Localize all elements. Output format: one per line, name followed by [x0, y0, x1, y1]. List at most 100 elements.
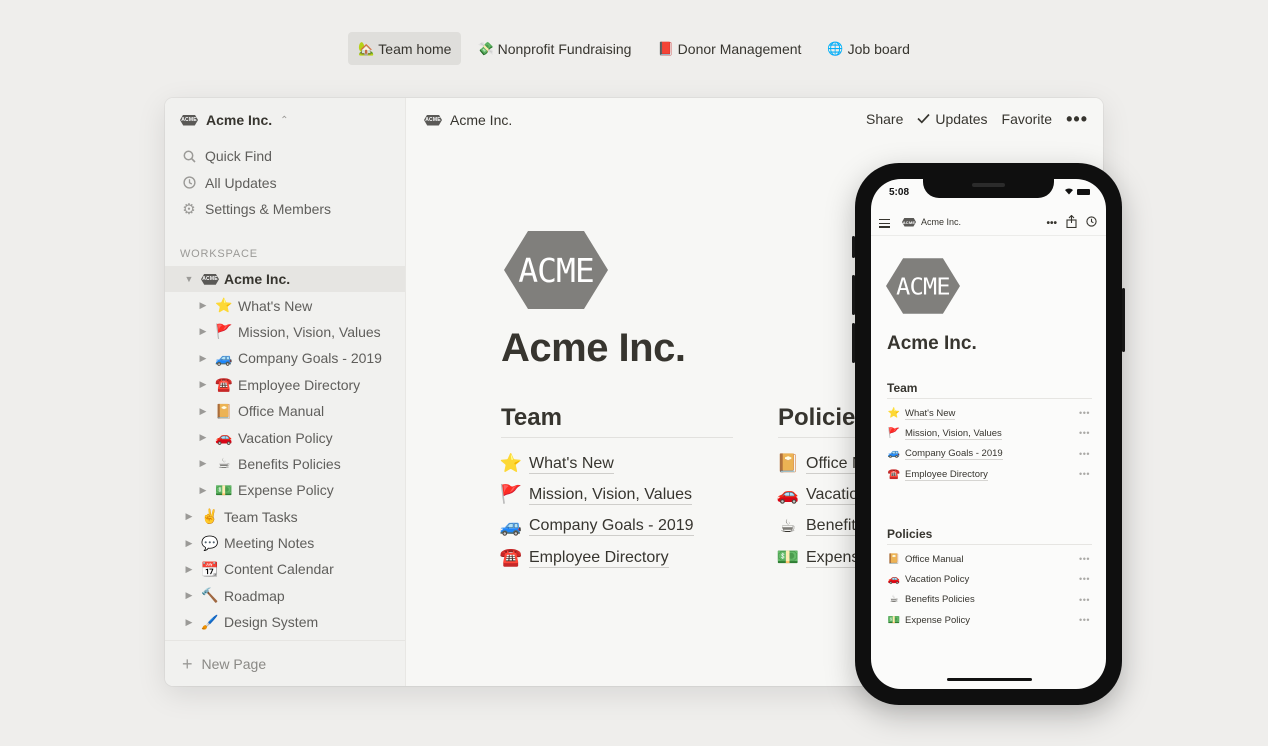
more-options-icon[interactable]: •••: [1079, 469, 1092, 479]
page-title[interactable]: Acme Inc.: [501, 326, 686, 371]
link-label: What's New: [905, 407, 956, 420]
link-employee-directory[interactable]: ☎️ Employee Directory: [500, 542, 733, 573]
coffee-icon: ☕: [217, 455, 231, 472]
new-page-button[interactable]: + New Page: [165, 640, 405, 686]
tab-label: Job board: [847, 40, 910, 57]
phone-link-company-goals[interactable]: 🚙 Company Goals - 2019 •••: [887, 444, 1092, 464]
sidebar-item-expense-policy[interactable]: ▶ 💵 Expense Policy: [165, 477, 405, 503]
wifi-icon: [1064, 187, 1074, 197]
phone-link-whats-new[interactable]: ⭐ What's New •••: [887, 403, 1092, 423]
more-options-icon[interactable]: •••: [1079, 554, 1092, 564]
more-options-icon[interactable]: •••: [1079, 449, 1092, 459]
triangle-right-icon[interactable]: ▶: [184, 590, 194, 601]
all-updates-button[interactable]: All Updates: [165, 170, 405, 197]
car-icon: 🚙: [499, 515, 523, 536]
triangle-right-icon[interactable]: ▶: [198, 458, 208, 469]
phone-link-employee-directory[interactable]: ☎️ Employee Directory •••: [887, 464, 1092, 484]
sidebar-item-mission[interactable]: ▶ 🚩 Mission, Vision, Values: [165, 319, 405, 345]
notebook-icon: 📔: [215, 402, 233, 419]
sidebar-item-acme-inc[interactable]: ▼ ACME Acme Inc.: [165, 266, 405, 293]
workspace-switcher[interactable]: ACME Acme Inc. ⌃: [180, 109, 289, 131]
more-options-icon[interactable]: •••: [1066, 110, 1088, 128]
link-mission[interactable]: 🚩 Mission, Vision, Values: [500, 479, 733, 510]
more-options-icon[interactable]: •••: [1079, 615, 1092, 625]
triangle-right-icon[interactable]: ▶: [198, 432, 208, 443]
sidebar-item-meeting-notes[interactable]: ▶ 💬 Meeting Notes: [165, 530, 405, 556]
template-tabs: 🏡 Team home 💸 Nonprofit Fundraising 📕 Do…: [0, 32, 1268, 65]
sidebar-item-employee-directory[interactable]: ▶ ☎️ Employee Directory: [165, 372, 405, 398]
quick-find-button[interactable]: Quick Find: [165, 143, 405, 170]
victory-hand-icon: ✌️: [201, 508, 219, 525]
status-icons: [1064, 187, 1090, 197]
triangle-right-icon[interactable]: ▶: [184, 538, 194, 549]
red-car-icon: 🚗: [887, 573, 901, 585]
tab-label: Team home: [378, 40, 452, 57]
coffee-icon: ☕: [779, 515, 797, 536]
updates-button[interactable]: Updates: [917, 111, 988, 127]
link-company-goals[interactable]: 🚙 Company Goals - 2019: [499, 511, 733, 542]
phone-link-expense-policy[interactable]: 💵 Expense Policy •••: [887, 610, 1092, 630]
hamburger-menu-icon[interactable]: [879, 219, 890, 230]
triangle-right-icon[interactable]: ▶: [184, 564, 194, 575]
phone-policies-section: Policies 📔 Office Manual ••• 🚗 Vacation …: [887, 523, 1092, 630]
sidebar-nav: Quick Find All Updates ⚙ Settings & Memb…: [165, 143, 405, 223]
triangle-right-icon[interactable]: ▶: [198, 406, 208, 417]
link-label: Mission, Vision, Values: [529, 485, 693, 505]
sidebar-item-team-tasks[interactable]: ▶ ✌️ Team Tasks: [165, 504, 405, 530]
sidebar-item-whats-new[interactable]: ▶ ⭐ What's New: [165, 292, 405, 318]
sidebar-item-label: Team Tasks: [224, 508, 298, 525]
phone-link-mission[interactable]: 🚩 Mission, Vision, Values •••: [887, 423, 1092, 443]
breadcrumb[interactable]: ACME Acme Inc.: [424, 112, 512, 128]
more-options-icon[interactable]: •••: [1079, 574, 1092, 584]
sidebar-item-office-manual[interactable]: ▶ 📔 Office Manual: [165, 398, 405, 424]
sidebar-item-label: Office Manual: [238, 403, 325, 420]
triangle-right-icon[interactable]: ▶: [198, 485, 208, 496]
sidebar-item-label: Content Calendar: [224, 561, 334, 578]
triangle-right-icon[interactable]: ▶: [198, 353, 208, 364]
phone-side-button: [852, 275, 855, 315]
phone-breadcrumb[interactable]: ACME Acme Inc.: [902, 217, 961, 227]
share-icon[interactable]: [1066, 214, 1077, 231]
settings-members-button[interactable]: ⚙ Settings & Members: [165, 196, 405, 223]
sidebar-item-vacation-policy[interactable]: ▶ 🚗 Vacation Policy: [165, 424, 405, 450]
tab-donor-management[interactable]: 📕 Donor Management: [647, 32, 811, 65]
link-label: Company Goals - 2019: [905, 448, 1003, 461]
favorite-button[interactable]: Favorite: [1002, 111, 1053, 127]
triangle-down-icon[interactable]: ▼: [184, 274, 194, 284]
page-tree: ▼ ACME Acme Inc. ▶ ⭐ What's New ▶ 🚩 Miss…: [165, 266, 405, 635]
more-options-icon[interactable]: •••: [1079, 408, 1092, 418]
red-car-icon: 🚗: [776, 484, 800, 505]
nav-label: All Updates: [205, 174, 277, 191]
battery-icon: [1077, 189, 1090, 195]
triangle-right-icon[interactable]: ▶: [184, 617, 194, 628]
search-icon: [182, 149, 196, 163]
workspace-name: Acme Inc.: [206, 112, 273, 128]
sidebar-item-company-goals[interactable]: ▶ 🚙 Company Goals - 2019: [165, 345, 405, 371]
phone-link-benefits-policies[interactable]: ☕ Benefits Policies •••: [887, 590, 1092, 610]
acme-logo-icon: ACME: [200, 273, 220, 285]
page-icon-acme-logo[interactable]: ACME: [504, 231, 608, 314]
sidebar-item-design-system[interactable]: ▶ 🖌️ Design System: [165, 609, 405, 635]
link-whats-new[interactable]: ⭐ What's New: [500, 448, 733, 479]
tab-nonprofit-fundraising[interactable]: 💸 Nonprofit Fundraising: [467, 32, 641, 65]
speech-bubble-icon: 💬: [201, 534, 219, 551]
triangle-right-icon[interactable]: ▶: [198, 300, 208, 311]
share-button[interactable]: Share: [866, 111, 903, 127]
sidebar-item-roadmap[interactable]: ▶ 🔨 Roadmap: [165, 583, 405, 609]
clock-icon[interactable]: [1086, 216, 1097, 230]
tab-team-home[interactable]: 🏡 Team home: [348, 32, 462, 65]
topbar: ACME Acme Inc. Share Updates Favorite ••…: [406, 98, 1103, 142]
phone-link-vacation-policy[interactable]: 🚗 Vacation Policy •••: [887, 569, 1092, 589]
tab-job-board[interactable]: 🌐 Job board: [817, 32, 919, 65]
triangle-right-icon[interactable]: ▶: [198, 326, 208, 337]
more-options-icon[interactable]: •••: [1079, 428, 1092, 438]
sidebar-item-benefits-policies[interactable]: ▶ ☕ Benefits Policies: [165, 451, 405, 477]
tab-label: Donor Management: [677, 40, 802, 57]
phone-link-office-manual[interactable]: 📔 Office Manual •••: [887, 549, 1092, 569]
triangle-right-icon[interactable]: ▶: [184, 511, 194, 522]
more-options-icon[interactable]: •••: [1079, 595, 1092, 605]
sidebar-item-content-calendar[interactable]: ▶ 📆 Content Calendar: [165, 556, 405, 582]
more-options-icon[interactable]: •••: [1046, 218, 1057, 229]
nav-label: Quick Find: [205, 148, 272, 165]
triangle-right-icon[interactable]: ▶: [198, 379, 208, 390]
